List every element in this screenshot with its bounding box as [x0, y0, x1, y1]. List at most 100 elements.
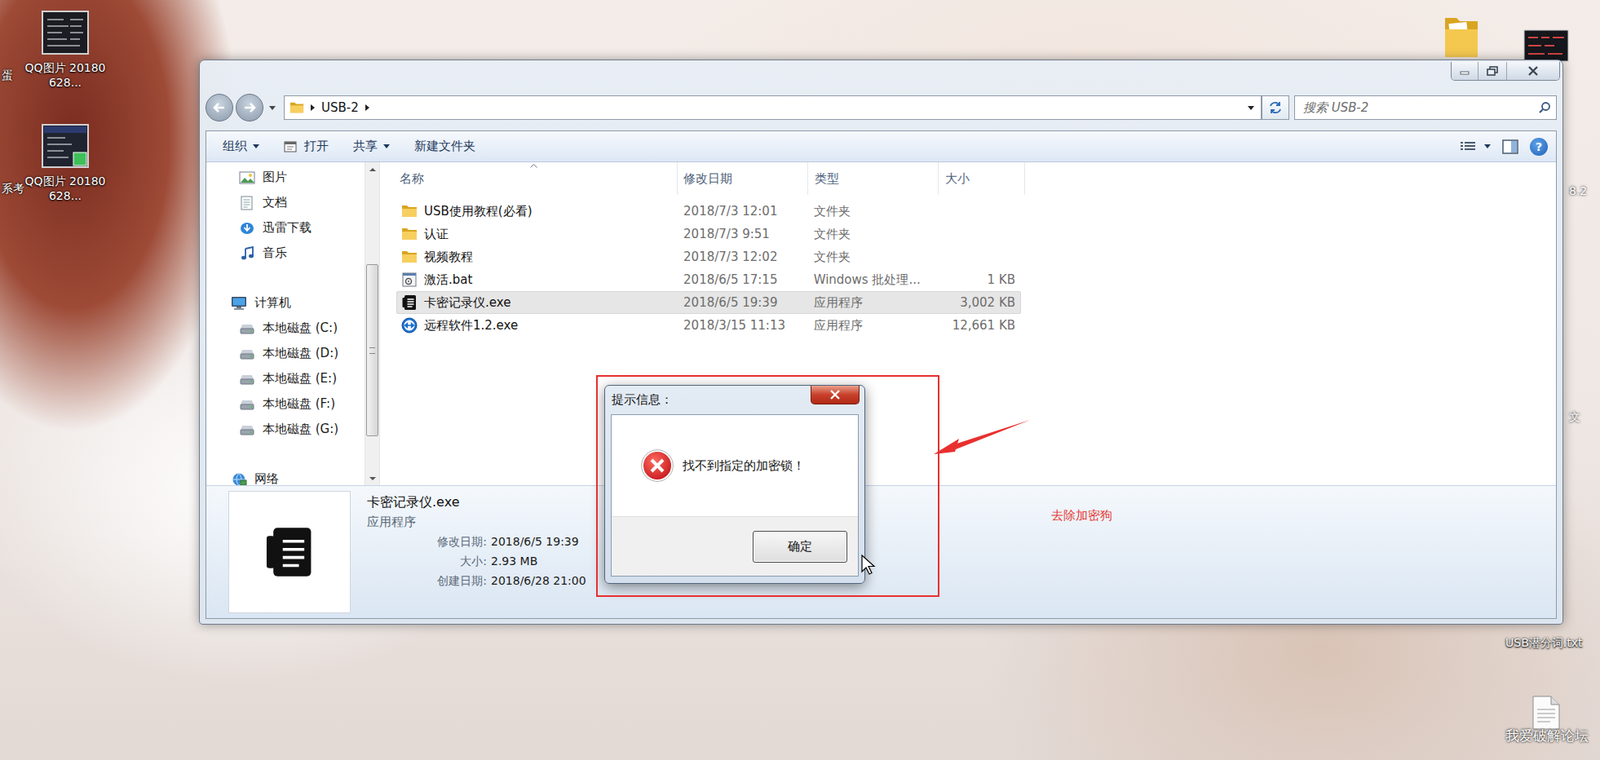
back-button[interactable] [205, 93, 234, 122]
dialog-message: 找不到指定的加密锁！ [682, 458, 805, 474]
desktop-file[interactable]: USB潜分词.txt [1505, 634, 1587, 650]
ok-button[interactable]: 确定 [752, 530, 848, 563]
title-bar [205, 60, 1561, 93]
preview-pane-button[interactable] [1502, 139, 1519, 155]
text-file-icon[interactable] [1531, 694, 1561, 731]
recent-pages-dropdown[interactable] [269, 106, 276, 111]
property-value: 2018/6/5 19:39 [490, 531, 587, 552]
desktop-icon-label: 系考 [1, 181, 25, 296]
close-icon [829, 389, 841, 400]
navigation-pane: 图片 文档 迅雷下载 音乐 计算机 本地磁盘 (C:) 本地磁盘 (D:) 本地… [206, 162, 381, 486]
nav-item[interactable]: 本地磁盘 (G:) [206, 416, 365, 442]
psd-thumbnail-icon [40, 121, 90, 171]
error-icon [640, 449, 674, 482]
property-label: 创建日期: [366, 570, 487, 591]
restore-icon [1486, 66, 1499, 76]
preview-pane-icon [1502, 139, 1519, 155]
file-thumbnail [228, 490, 351, 614]
minimize-button[interactable] [1451, 61, 1478, 80]
file-type: 应用程序 [366, 512, 587, 532]
folder-icon [401, 250, 418, 264]
nav-item[interactable]: 本地磁盘 (C:) [206, 315, 365, 341]
breadcrumb-separator-icon[interactable] [365, 104, 370, 111]
details-view-icon [1459, 141, 1477, 153]
forward-arrow-icon [243, 101, 257, 114]
nav-scrollbar[interactable] [364, 162, 380, 486]
column-header[interactable]: 大小 [938, 162, 1026, 195]
file-row[interactable]: 认证 2018/7/3 9:51 文件夹 [396, 222, 1021, 246]
maximize-button[interactable] [1477, 61, 1507, 80]
scroll-up-button[interactable] [365, 162, 380, 177]
pictures-icon [238, 170, 256, 186]
forward-button[interactable] [235, 93, 264, 122]
scroll-down-button[interactable] [365, 471, 380, 486]
annotation-highlight-box [596, 375, 940, 597]
sort-ascending-icon [530, 163, 538, 168]
nav-item[interactable]: 本地磁盘 (D:) [206, 340, 365, 367]
dialog-close-button[interactable] [810, 385, 860, 405]
image-thumbnail-icon[interactable] [1523, 29, 1570, 62]
desktop-icon-label: 8.2 [1569, 184, 1587, 198]
change-view-button[interactable] [1459, 141, 1491, 153]
nav-item[interactable]: 本地磁盘 (E:) [206, 366, 365, 392]
caption-buttons [1450, 61, 1561, 81]
close-button[interactable] [1506, 61, 1560, 80]
desktop-icon[interactable]: QQ图片 20180628... [24, 8, 107, 122]
nav-item[interactable]: 文档 [206, 190, 365, 216]
command-bar: 组织 打开 共享 新建文件夹 ? [206, 131, 1556, 163]
folder-icon [401, 227, 418, 241]
scroll-thumb[interactable] [366, 264, 379, 437]
view-controls: ? [1459, 137, 1548, 156]
breadcrumb-item[interactable]: USB-2 [321, 100, 359, 115]
explorer-window: USB-2 搜索 USB-2 组织 打开 共享 新建文件夹 ? 图片 文档 迅雷… [198, 59, 1564, 625]
mouse-pointer-icon [861, 554, 876, 576]
folder-desktop-icon[interactable] [1443, 11, 1480, 58]
annotation-arrow-icon [929, 411, 1036, 461]
toolbar-button[interactable]: 打开 [277, 135, 339, 158]
file-row[interactable]: 视频教程 2018/7/3 12:02 文件夹 [396, 245, 1021, 269]
explorer-body: 图片 文档 迅雷下载 音乐 计算机 本地磁盘 (C:) 本地磁盘 (D:) 本地… [206, 162, 1556, 486]
history-buttons [205, 93, 279, 122]
music-icon [238, 246, 256, 261]
property-value: 2018/6/28 21:00 [490, 570, 587, 591]
disk-drive-icon [238, 397, 256, 412]
file-row[interactable]: 卡密记录仪.exe 2018/6/5 19:39 应用程序 3,002 KB [396, 291, 1021, 314]
help-button[interactable]: ? [1529, 137, 1548, 156]
batch-file-icon [401, 271, 418, 288]
cut-desktop-labels: 蛋系考 [1, 68, 25, 296]
desktop-icon-label: 蛋 [1, 68, 25, 182]
nav-item[interactable]: 计算机 [206, 290, 365, 316]
desktop-icon-label: 文 [1569, 410, 1581, 425]
dropdown-arrow-icon [383, 144, 390, 149]
column-header[interactable]: 类型 [808, 162, 939, 195]
nav-item[interactable]: 图片 [206, 164, 365, 191]
back-arrow-icon [212, 101, 226, 114]
nav-item[interactable]: 本地磁盘 (F:) [206, 391, 365, 417]
column-header[interactable]: 修改日期 [677, 162, 809, 195]
nav-item[interactable]: 网络 [206, 466, 365, 486]
property-label: 大小: [366, 551, 487, 571]
minimize-icon [1459, 66, 1470, 76]
file-row[interactable]: 激活.bat 2018/6/5 17:15 Windows 批处理... 1 K… [396, 268, 1021, 292]
refresh-button[interactable] [1261, 95, 1290, 120]
file-row[interactable]: USB使用教程(必看) 2018/7/3 12:01 文件夹 [396, 199, 1021, 223]
disk-drive-icon [238, 346, 256, 362]
details-pane: 卡密记录仪.exe 应用程序 修改日期: 2018/6/5 19:39大小: 2… [206, 485, 1556, 619]
toolbar-button[interactable]: 新建文件夹 [407, 135, 486, 158]
column-header[interactable]: 名称 [389, 162, 678, 195]
toolbar-button[interactable]: 组织 [216, 135, 270, 158]
toolbar-button[interactable]: 共享 [346, 135, 400, 158]
file-row[interactable]: 远程软件1.2.exe 2018/3/15 11:13 应用程序 12,661 … [396, 313, 1021, 337]
column-header-row: 名称 修改日期 类型 大小 [389, 162, 1556, 195]
nav-item[interactable]: 音乐 [206, 240, 365, 266]
nav-item[interactable]: 迅雷下载 [206, 215, 365, 241]
breadcrumb-separator-icon[interactable] [310, 104, 315, 111]
search-box[interactable]: 搜索 USB-2 [1294, 95, 1557, 120]
open-with-icon [283, 140, 299, 154]
address-dropdown[interactable] [1247, 106, 1255, 111]
file-name: 卡密记录仪.exe [366, 492, 587, 513]
desktop-icon[interactable]: QQ图片 20180628... [24, 121, 107, 235]
address-bar[interactable]: USB-2 [283, 95, 1262, 120]
remote-app-icon [401, 317, 418, 334]
error-dialog: 提示信息： 找不到指定的加密锁！ 确定 [604, 384, 866, 584]
